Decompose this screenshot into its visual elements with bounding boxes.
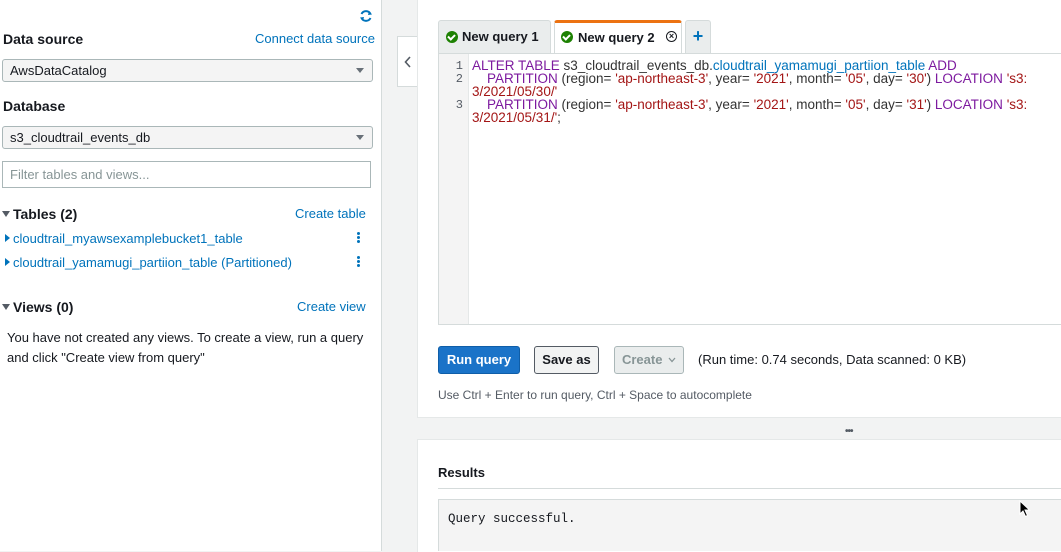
tab-new-query-2[interactable]: New query 2 × [554, 20, 682, 53]
run-time-status: (Run time: 0.74 seconds, Data scanned: 0… [698, 352, 967, 367]
keyboard-hint: Use Ctrl + Enter to run query, Ctrl + Sp… [438, 388, 752, 402]
chevron-down-icon [356, 135, 364, 140]
chevron-down-icon [668, 357, 676, 363]
line-number: 3 [455, 98, 463, 112]
views-header[interactable]: Views (0) [13, 299, 73, 315]
sql-string: '31' [906, 97, 927, 112]
success-check-icon [561, 31, 573, 43]
data-source-label: Data source [3, 31, 84, 47]
add-tab-button[interactable]: + [685, 20, 711, 53]
sql-text: , month= [788, 71, 846, 86]
results-divider [438, 488, 1061, 489]
data-source-value: AwsDataCatalog [10, 63, 107, 78]
sql-text: , year= [708, 97, 754, 112]
sql-text: ) [926, 71, 935, 86]
sql-string: '05' [845, 71, 866, 86]
create-dropdown-button: Create [614, 346, 684, 374]
close-tab-icon[interactable]: × [666, 31, 677, 42]
sql-text: , day= [865, 71, 907, 86]
sql-text: , month= [788, 97, 846, 112]
sql-text: (region= [557, 97, 616, 112]
create-label: Create [621, 352, 663, 367]
more-options-icon[interactable] [357, 256, 360, 268]
caret-right-icon[interactable] [5, 258, 10, 266]
resize-handle-icon[interactable]: ••• [845, 426, 853, 437]
sql-string: 's3: [1002, 71, 1028, 86]
chevron-left-icon [404, 56, 411, 68]
sql-string: 'ap-northeast-3' [615, 97, 709, 112]
refresh-icon[interactable] [359, 9, 373, 23]
line-gutter: 1 2 3 [439, 54, 469, 324]
create-table-link[interactable]: Create table [295, 206, 366, 221]
results-message: Query successful. [448, 512, 576, 526]
caret-down-icon[interactable] [2, 211, 10, 217]
tab-label: New query 1 [462, 29, 539, 44]
sql-text: , year= [708, 71, 754, 86]
code-line-3-wrap: 3/2021/05/31/'; [472, 110, 561, 125]
filter-tables-input[interactable]: Filter tables and views... [2, 161, 371, 188]
line-number: 2 [455, 72, 463, 86]
sql-string: 3/2021/05/31/' [472, 110, 558, 125]
caret-right-icon[interactable] [5, 234, 10, 242]
data-source-select[interactable]: AwsDataCatalog [2, 59, 373, 82]
collapse-sidebar-button[interactable] [397, 36, 418, 87]
database-select[interactable]: s3_cloudtrail_events_db [2, 126, 373, 149]
run-query-button[interactable]: Run query [438, 346, 520, 374]
sql-editor[interactable]: 1 2 3 ALTER TABLE s3_cloudtrail_events_d… [438, 53, 1061, 325]
sql-keyword: LOCATION [934, 71, 1003, 86]
chevron-down-icon [356, 68, 364, 73]
sql-string: '2021' [753, 71, 789, 86]
mouse-pointer-icon [1019, 499, 1031, 523]
table-item-myawsexamplebucket1[interactable]: cloudtrail_myawsexamplebucket1_table [13, 231, 243, 246]
database-label: Database [3, 98, 66, 114]
database-value: s3_cloudtrail_events_db [10, 130, 151, 145]
sql-string: 's3: [1002, 97, 1028, 112]
more-options-icon[interactable] [357, 232, 360, 244]
create-view-link[interactable]: Create view [297, 299, 366, 314]
sql-string: '2021' [753, 97, 789, 112]
views-empty-message: You have not created any views. To creat… [7, 330, 364, 365]
connect-data-source-link[interactable]: Connect data source [255, 31, 375, 46]
table-item-yamamugi-partiion[interactable]: cloudtrail_yamamugi_partiion_table (Part… [13, 255, 292, 270]
sql-string: 'ap-northeast-3' [615, 71, 709, 86]
tab-label: New query 2 [578, 30, 655, 45]
sql-string: '30' [906, 71, 927, 86]
save-as-button[interactable]: Save as [534, 346, 599, 374]
tab-new-query-1[interactable]: New query 1 [438, 20, 551, 53]
results-title: Results [438, 465, 485, 480]
caret-down-icon[interactable] [2, 304, 10, 310]
tables-header[interactable]: Tables (2) [13, 206, 77, 222]
success-check-icon [446, 31, 458, 43]
sql-text: ; [557, 110, 561, 125]
sql-keyword: LOCATION [934, 97, 1003, 112]
sql-string: '05' [845, 97, 866, 112]
sql-text: , day= [865, 97, 907, 112]
line-number: 1 [455, 59, 463, 73]
sql-text: (region= [557, 71, 616, 86]
sql-text: ) [926, 97, 935, 112]
sidebar: Data source Connect data source AwsDataC… [0, 0, 382, 551]
